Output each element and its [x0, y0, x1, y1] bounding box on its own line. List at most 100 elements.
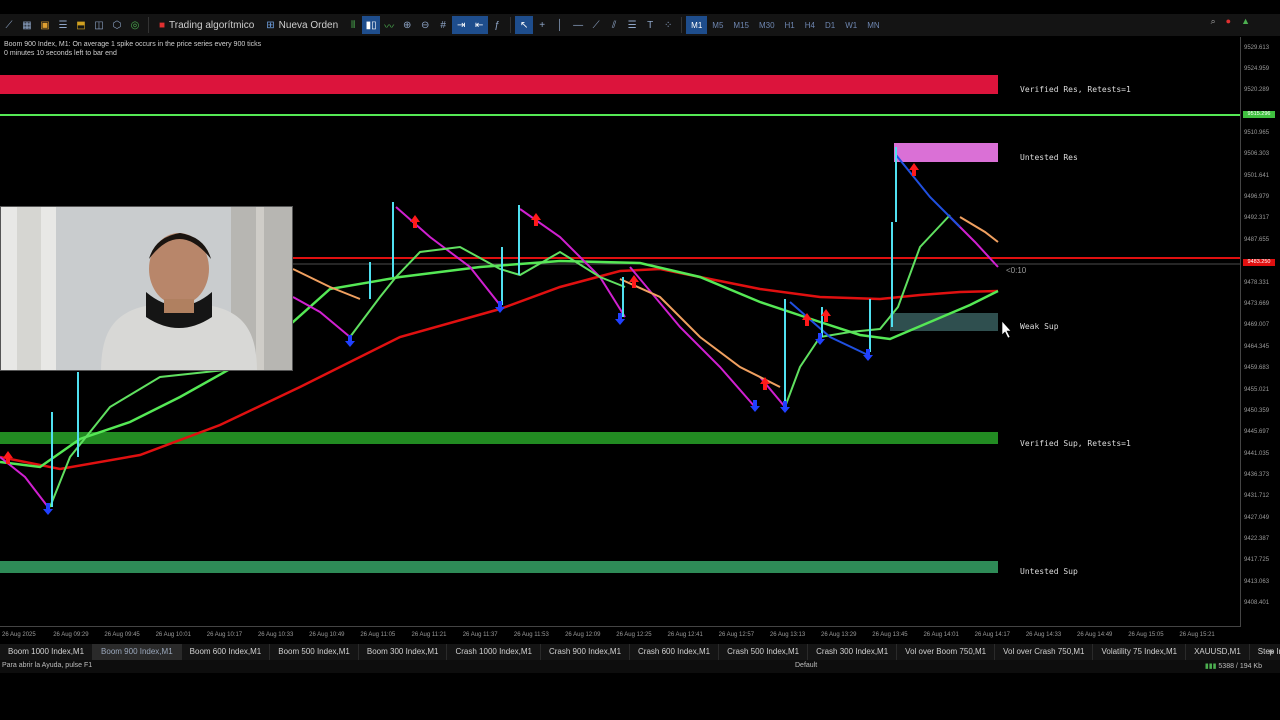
symbol-tab[interactable]: Boom 500 Index,M1	[270, 644, 359, 660]
symbol-tab[interactable]: Crash 1000 Index,M1	[447, 644, 541, 660]
algo-trading-icon: ■	[159, 19, 166, 31]
time-tick: 26 Aug 15:05	[1128, 632, 1164, 638]
price-tick: 9445.697	[1244, 429, 1270, 435]
time-tick: 26 Aug 12:09	[565, 632, 601, 638]
symbol-tab[interactable]: Vol over Crash 750,M1	[995, 644, 1094, 660]
strategy-tester-icon[interactable]: ⬡	[108, 16, 126, 34]
price-tick: 9496.979	[1244, 194, 1270, 200]
price-tick: 9413.063	[1244, 579, 1270, 585]
status-profile[interactable]: Default	[795, 662, 817, 669]
symbol-tab[interactable]: XAUUSD,M1	[1186, 644, 1250, 660]
price-chart[interactable]: Boom 900 Index, M1: On average 1 spike o…	[0, 37, 1241, 627]
line-chart-icon[interactable]: 〰	[380, 16, 398, 34]
channel-icon[interactable]: ⫽	[605, 16, 623, 34]
symbol-tab[interactable]: Crash 500 Index,M1	[719, 644, 809, 660]
grid-icon[interactable]: #	[434, 16, 452, 34]
symbol-tab[interactable]: Boom 600 Index,M1	[182, 644, 271, 660]
timeframe-h1[interactable]: H1	[780, 16, 800, 34]
time-axis[interactable]: 26 Aug 2025 26 Aug 09:29 26 Aug 09:45 26 Au…	[0, 628, 1241, 644]
trendline-icon[interactable]: ⟋	[587, 16, 605, 34]
price-tick: 9422.387	[1244, 536, 1270, 542]
autoscroll-icon[interactable]: ⇥	[452, 16, 471, 34]
new-chart-icon[interactable]: ▦	[18, 16, 36, 34]
zoom-out-icon[interactable]: ⊖	[416, 16, 434, 34]
time-tick: 26 Aug 13:13	[769, 632, 806, 638]
horizontal-line-icon[interactable]: —	[569, 16, 587, 34]
time-tick: 26 Aug 14:49	[1077, 632, 1113, 638]
time-tick: 26 Aug 10:49	[309, 632, 345, 638]
time-tick: 26 Aug 15:21	[1179, 632, 1215, 638]
chart-type-icon[interactable]: ⟋	[0, 16, 18, 34]
main-toolbar: ⟋ ▦ ▣ ☰ ⬒ ◫ ⬡ ◎ ■ Trading algorítmico ⊞ …	[0, 14, 1280, 36]
price-tick: 9455.021	[1244, 387, 1270, 393]
timeframe-m1[interactable]: M1	[686, 16, 708, 34]
notifications-icon[interactable]: ●	[1226, 16, 1231, 27]
candle-chart-icon[interactable]: ▮▯	[362, 16, 381, 34]
time-tick: 26 Aug 11:21	[411, 632, 447, 638]
timeframe-mn[interactable]: MN	[862, 16, 884, 34]
text-icon[interactable]: T	[641, 16, 659, 34]
new-order-button[interactable]: ⊞ Nueva Orden	[260, 16, 344, 34]
symbol-tab[interactable]: Crash 900 Index,M1	[541, 644, 631, 660]
symbol-tab[interactable]: Boom 300 Index,M1	[359, 644, 448, 660]
vertical-line-icon[interactable]: │	[551, 16, 569, 34]
timeframe-w1[interactable]: W1	[840, 16, 862, 34]
timeframe-m15[interactable]: M15	[728, 16, 754, 34]
symbol-tab[interactable]: Crash 300 Index,M1	[808, 644, 898, 660]
symbol-tabs: Boom 1000 Index,M1 Boom 900 Index,M1 Boom …	[0, 644, 1280, 660]
tabs-scroll-right-icon[interactable]: ▸	[1269, 646, 1274, 657]
price-tick: 9510.965	[1244, 130, 1270, 136]
symbol-tab[interactable]: Vol over Boom 750,M1	[897, 644, 996, 660]
cursor-icon[interactable]: ↖	[515, 16, 534, 34]
zone-label-untested-res: Untested Res	[1020, 153, 1078, 162]
symbol-tab[interactable]: Boom 1000 Index,M1	[0, 644, 94, 660]
bar-chart-icon[interactable]: ⫴	[344, 16, 362, 34]
symbol-tab[interactable]: Step Index,M	[1250, 644, 1280, 660]
price-tick: 9473.669	[1244, 301, 1270, 307]
price-tick: 9408.401	[1244, 600, 1270, 606]
price-tick: 9450.359	[1244, 408, 1270, 414]
time-tick: 26 Aug 10:17	[206, 632, 243, 638]
signal-icon[interactable]: ▲	[1241, 16, 1250, 27]
time-tick: 26 Aug 14:17	[974, 632, 1010, 638]
timeframe-m30[interactable]: M30	[754, 16, 780, 34]
chart-info: Boom 900 Index, M1: On average 1 spike o…	[4, 40, 261, 58]
fibonacci-icon[interactable]: ☰	[623, 16, 641, 34]
price-tick: 9464.345	[1244, 344, 1270, 350]
price-path-orange	[292, 268, 361, 300]
bar-countdown: <0:10	[1006, 266, 1027, 275]
toolbar-divider	[510, 17, 512, 33]
symbol-tab[interactable]: Boom 900 Index,M1	[93, 644, 182, 660]
price-tick: 9529.613	[1244, 45, 1270, 51]
web-icon[interactable]: ◎	[126, 16, 144, 34]
price-tick: 9506.303	[1244, 151, 1270, 157]
market-watch-icon[interactable]: ☰	[54, 16, 72, 34]
timeframe-d1[interactable]: D1	[820, 16, 840, 34]
network-icon: ▮▮▮	[1204, 663, 1217, 670]
symbol-tab[interactable]: Volatility 75 Index,M1	[1093, 644, 1187, 660]
crosshair-icon[interactable]: +	[533, 16, 551, 34]
algo-trading-button[interactable]: ■ Trading algorítmico	[153, 16, 260, 34]
data-window-icon[interactable]: ◫	[90, 16, 108, 34]
webcam-overlay	[0, 206, 293, 371]
time-tick: 26 Aug 13:45	[872, 632, 908, 638]
symbol-tab[interactable]: Crash 600 Index,M1	[630, 644, 720, 660]
chart-shift-icon[interactable]: ⇤	[470, 16, 489, 34]
untested-resistance-zone	[894, 143, 998, 162]
search-icon[interactable]: ⌕	[1211, 16, 1216, 27]
timeframe-h4[interactable]: H4	[800, 16, 820, 34]
navigator-icon[interactable]: ⬒	[72, 16, 90, 34]
toolbar-divider	[681, 17, 683, 33]
zone-label-weak-sup: Weak Sup	[1020, 322, 1059, 331]
indicators-icon[interactable]: ƒ	[488, 16, 506, 34]
price-axis[interactable]: 9529.613 9524.959 9520.289 9515.296 9510…	[1242, 37, 1280, 627]
profiles-icon[interactable]: ▣	[36, 16, 54, 34]
zoom-in-icon[interactable]: ⊕	[398, 16, 416, 34]
time-tick: 26 Aug 14:33	[1025, 632, 1062, 638]
shapes-icon[interactable]: ⁘	[659, 16, 677, 34]
verified-support-zone	[0, 432, 998, 444]
toolbar-divider	[148, 17, 149, 33]
timeframe-m5[interactable]: M5	[707, 16, 728, 34]
price-tick: 9487.655	[1244, 237, 1270, 243]
time-tick: 26 Aug 11:05	[360, 632, 396, 638]
